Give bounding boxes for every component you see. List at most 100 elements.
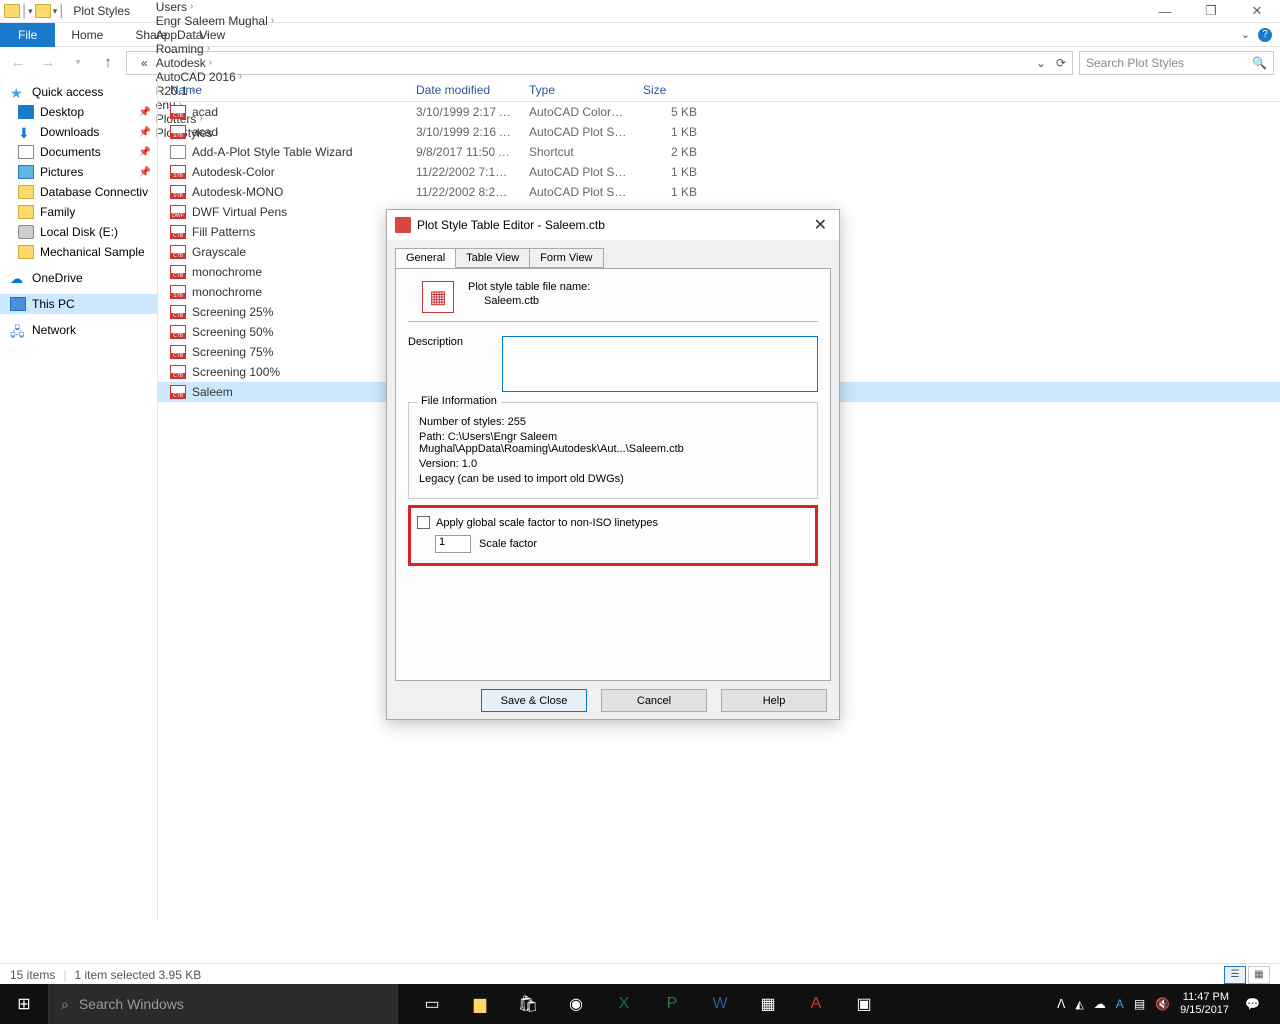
- taskbar: ⊞ ⌕ Search Windows ▭ ▆ 🛍 ◉ X P W ▦ A ▣ ᐱ…: [0, 984, 1280, 1024]
- recent-dropdown[interactable]: ▾: [66, 51, 90, 75]
- stb-icon: [170, 185, 186, 199]
- tray-network-icon[interactable]: ▤: [1134, 997, 1145, 1011]
- column-date[interactable]: Date modified: [408, 83, 521, 97]
- tab-general[interactable]: General: [395, 248, 456, 268]
- nav-item[interactable]: Database Connectiv: [0, 182, 157, 202]
- column-type[interactable]: Type: [521, 83, 635, 97]
- apply-global-scale-label: Apply global scale factor to non-ISO lin…: [436, 517, 658, 529]
- tab-table-view[interactable]: Table View: [455, 248, 530, 268]
- nav-item[interactable]: ⬇Downloads📌: [0, 122, 157, 142]
- icons-view-button[interactable]: ▦: [1248, 966, 1270, 984]
- file-name: Screening 50%: [192, 325, 273, 339]
- tab-form-view[interactable]: Form View: [529, 248, 603, 268]
- file-row[interactable]: acad 3/10/1999 2:17 AM AutoCAD Color-d..…: [158, 102, 1280, 122]
- store-icon[interactable]: 🛍: [504, 984, 552, 1024]
- label: Downloads: [40, 125, 99, 139]
- qat-separator: |: [22, 2, 26, 20]
- pin-icon: 📌: [139, 167, 151, 178]
- breadcrumb-segment[interactable]: Roaming ›: [152, 42, 281, 56]
- expand-ribbon-icon[interactable]: ⌄: [1241, 28, 1250, 41]
- file-name-value: Saleem.ctb: [484, 295, 590, 307]
- description-input[interactable]: [502, 336, 818, 392]
- column-name[interactable]: Name: [158, 83, 408, 97]
- breadcrumb-segment[interactable]: Autodesk ›: [152, 56, 281, 70]
- chrome-icon[interactable]: ◉: [552, 984, 600, 1024]
- tab-home[interactable]: Home: [55, 23, 119, 47]
- label: Local Disk (E:): [40, 225, 118, 239]
- tray-autodesk-icon[interactable]: A: [1116, 997, 1124, 1011]
- project-icon[interactable]: P: [648, 984, 696, 1024]
- file-tab[interactable]: File: [0, 23, 55, 47]
- autocad-icon[interactable]: A: [792, 984, 840, 1024]
- qat-dropdown-icon[interactable]: ▾: [28, 6, 33, 17]
- taskbar-search[interactable]: ⌕ Search Windows: [48, 984, 398, 1024]
- file-date: 9/8/2017 11:50 AM: [408, 145, 521, 159]
- forward-button: →: [36, 51, 60, 75]
- calculator-icon[interactable]: ▦: [744, 984, 792, 1024]
- nav-item[interactable]: Pictures📌: [0, 162, 157, 182]
- navigation-pane: ★ Quick access Desktop📌⬇Downloads📌Docume…: [0, 78, 158, 921]
- refresh-icon[interactable]: ⟳: [1056, 56, 1066, 70]
- folder-icon: [35, 4, 51, 18]
- file-row[interactable]: Autodesk-MONO 11/22/2002 8:22 AM AutoCAD…: [158, 182, 1280, 202]
- file-row[interactable]: Add-A-Plot Style Table Wizard 9/8/2017 1…: [158, 142, 1280, 162]
- network-item[interactable]: 🖧 Network: [0, 320, 157, 340]
- breadcrumb-segment[interactable]: Users ›: [152, 0, 281, 14]
- up-button[interactable]: ↑: [96, 51, 120, 75]
- help-button[interactable]: Help: [721, 689, 827, 712]
- nav-item[interactable]: Family: [0, 202, 157, 222]
- onedrive-item[interactable]: ☁ OneDrive: [0, 268, 157, 288]
- excel-icon[interactable]: X: [600, 984, 648, 1024]
- selection-info: 1 item selected 3.95 KB: [74, 968, 201, 982]
- word-icon[interactable]: W: [696, 984, 744, 1024]
- nav-item[interactable]: Documents📌: [0, 142, 157, 162]
- dialog-close-button[interactable]: ✕: [810, 215, 831, 235]
- qat-dropdown-icon[interactable]: ▾: [53, 6, 58, 17]
- nav-item[interactable]: Mechanical Sample: [0, 242, 157, 262]
- tray-chevron-icon[interactable]: ᐱ: [1057, 997, 1065, 1011]
- nav-item[interactable]: Local Disk (E:): [0, 222, 157, 242]
- back-button[interactable]: ←: [6, 51, 30, 75]
- breadcrumb-segment[interactable]: Engr Saleem Mughal ›: [152, 14, 281, 28]
- ctb-icon: [170, 385, 186, 399]
- tray-volume-icon[interactable]: 🔇: [1155, 997, 1170, 1011]
- action-center-icon[interactable]: 💬: [1245, 997, 1260, 1011]
- label: This PC: [32, 297, 75, 311]
- dialog-titlebar[interactable]: Plot Style Table Editor - Saleem.ctb ✕: [387, 210, 839, 240]
- scale-factor-input[interactable]: 1: [435, 535, 471, 553]
- taskbar-clock[interactable]: 11:47 PM 9/15/2017: [1180, 991, 1235, 1017]
- network-icon: 🖧: [10, 323, 26, 337]
- info-legacy: Legacy (can be used to import old DWGs): [419, 473, 807, 485]
- tray-cloud-icon[interactable]: ☁: [1094, 997, 1106, 1011]
- breadcrumb-segment[interactable]: AppData ›: [152, 28, 281, 42]
- file-row[interactable]: acad 3/10/1999 2:16 AM AutoCAD Plot Styl…: [158, 122, 1280, 142]
- quick-access-header[interactable]: ★ Quick access: [0, 82, 157, 102]
- close-button[interactable]: ✕: [1234, 0, 1280, 22]
- file-row[interactable]: Autodesk-Color 11/22/2002 7:17 AM AutoCA…: [158, 162, 1280, 182]
- explorer-icon[interactable]: ▆: [456, 984, 504, 1024]
- breadcrumb-bar[interactable]: « Local Disk (C:) ›Users ›Engr Saleem Mu…: [126, 51, 1073, 75]
- start-button[interactable]: ⊞: [0, 984, 48, 1024]
- breadcrumb-overflow[interactable]: «: [137, 56, 152, 70]
- stb-icon: [170, 285, 186, 299]
- help-icon[interactable]: ?: [1258, 28, 1272, 42]
- plot-style-icon: ▦: [422, 281, 454, 313]
- apply-global-scale-checkbox[interactable]: [417, 516, 430, 529]
- save-close-button[interactable]: Save & Close: [481, 689, 587, 712]
- drive-icon: [18, 225, 34, 239]
- file-name: acad: [192, 125, 218, 139]
- stb-icon: [170, 125, 186, 139]
- file-type: Shortcut: [521, 145, 635, 159]
- dropdown-icon[interactable]: ⌄: [1036, 56, 1046, 70]
- cancel-button[interactable]: Cancel: [601, 689, 707, 712]
- details-view-button[interactable]: ☰: [1224, 966, 1246, 984]
- nav-item[interactable]: Desktop📌: [0, 102, 157, 122]
- column-size[interactable]: Size: [635, 83, 705, 97]
- search-input[interactable]: Search Plot Styles 🔍: [1079, 51, 1274, 75]
- task-view-icon[interactable]: ▭: [408, 984, 456, 1024]
- tray-autodesk-icon[interactable]: ◭: [1075, 998, 1083, 1011]
- this-pc-item[interactable]: This PC: [0, 294, 157, 314]
- maximize-button[interactable]: ❐: [1188, 0, 1234, 22]
- minimize-button[interactable]: —: [1142, 0, 1188, 22]
- app-icon[interactable]: ▣: [840, 984, 888, 1024]
